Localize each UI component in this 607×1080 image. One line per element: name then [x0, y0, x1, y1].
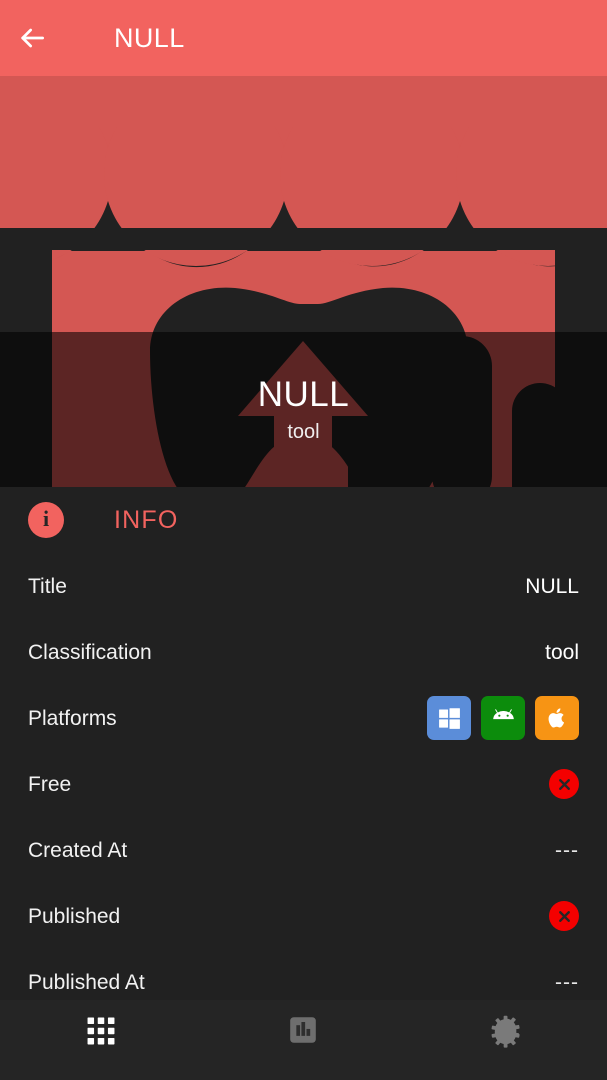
app-screen: NULL NULL tool i INFO Title NULL Classif… [0, 0, 607, 1080]
x-circle-icon-free [549, 769, 579, 799]
platform-badges [427, 696, 579, 740]
grid-apps-icon [84, 1014, 118, 1048]
table-row: Classification tool [28, 619, 579, 685]
table-row: Free [28, 751, 579, 817]
info-glyph: i [42, 506, 50, 531]
platform-badge-windows[interactable] [427, 696, 471, 740]
nav-item-stats[interactable] [202, 1000, 404, 1080]
row-label-platforms: Platforms [28, 706, 117, 730]
info-panel: i INFO Title NULL Classification tool Pl… [0, 487, 607, 1000]
row-label-classification: Classification [28, 640, 152, 664]
row-label-published-at: Published At [28, 970, 145, 994]
table-row: Created At --- [28, 817, 579, 883]
bottom-navigation [0, 1000, 607, 1080]
row-value-title: NULL [525, 574, 579, 598]
app-bar: NULL [0, 0, 607, 76]
apple-icon [544, 705, 570, 731]
back-button[interactable] [0, 0, 64, 76]
info-section-label: INFO [114, 505, 179, 534]
table-row: Published [28, 883, 579, 949]
row-label-title: Title [28, 574, 67, 598]
windows-icon [437, 706, 462, 731]
storefront-gamepad-icon [0, 76, 607, 487]
row-value-published-at: --- [555, 970, 579, 994]
row-value-created-at: --- [555, 838, 579, 862]
x-circle-icon-published [549, 901, 579, 931]
arrow-left-icon [16, 22, 48, 54]
row-value-classification: tool [545, 640, 579, 664]
table-row: Platforms [28, 685, 579, 751]
android-icon [490, 705, 517, 732]
info-circle-icon: i [28, 502, 64, 538]
hero-banner: NULL tool [0, 76, 607, 487]
platform-badge-apple[interactable] [535, 696, 579, 740]
row-label-free: Free [28, 772, 72, 796]
row-label-created-at: Created At [28, 838, 128, 862]
app-bar-title: NULL [114, 22, 185, 53]
nav-item-apps[interactable] [0, 1000, 202, 1080]
info-rows: Title NULL Classification tool Platforms [0, 553, 607, 1000]
nav-item-settings[interactable] [405, 1000, 607, 1080]
platform-badge-android[interactable] [481, 696, 525, 740]
row-label-published: Published [28, 904, 121, 928]
bar-chart-icon [287, 1014, 319, 1046]
table-row: Published At --- [28, 949, 579, 1000]
gear-icon [489, 1014, 523, 1048]
table-row: Title NULL [28, 553, 579, 619]
info-section-header: i INFO [0, 487, 607, 553]
